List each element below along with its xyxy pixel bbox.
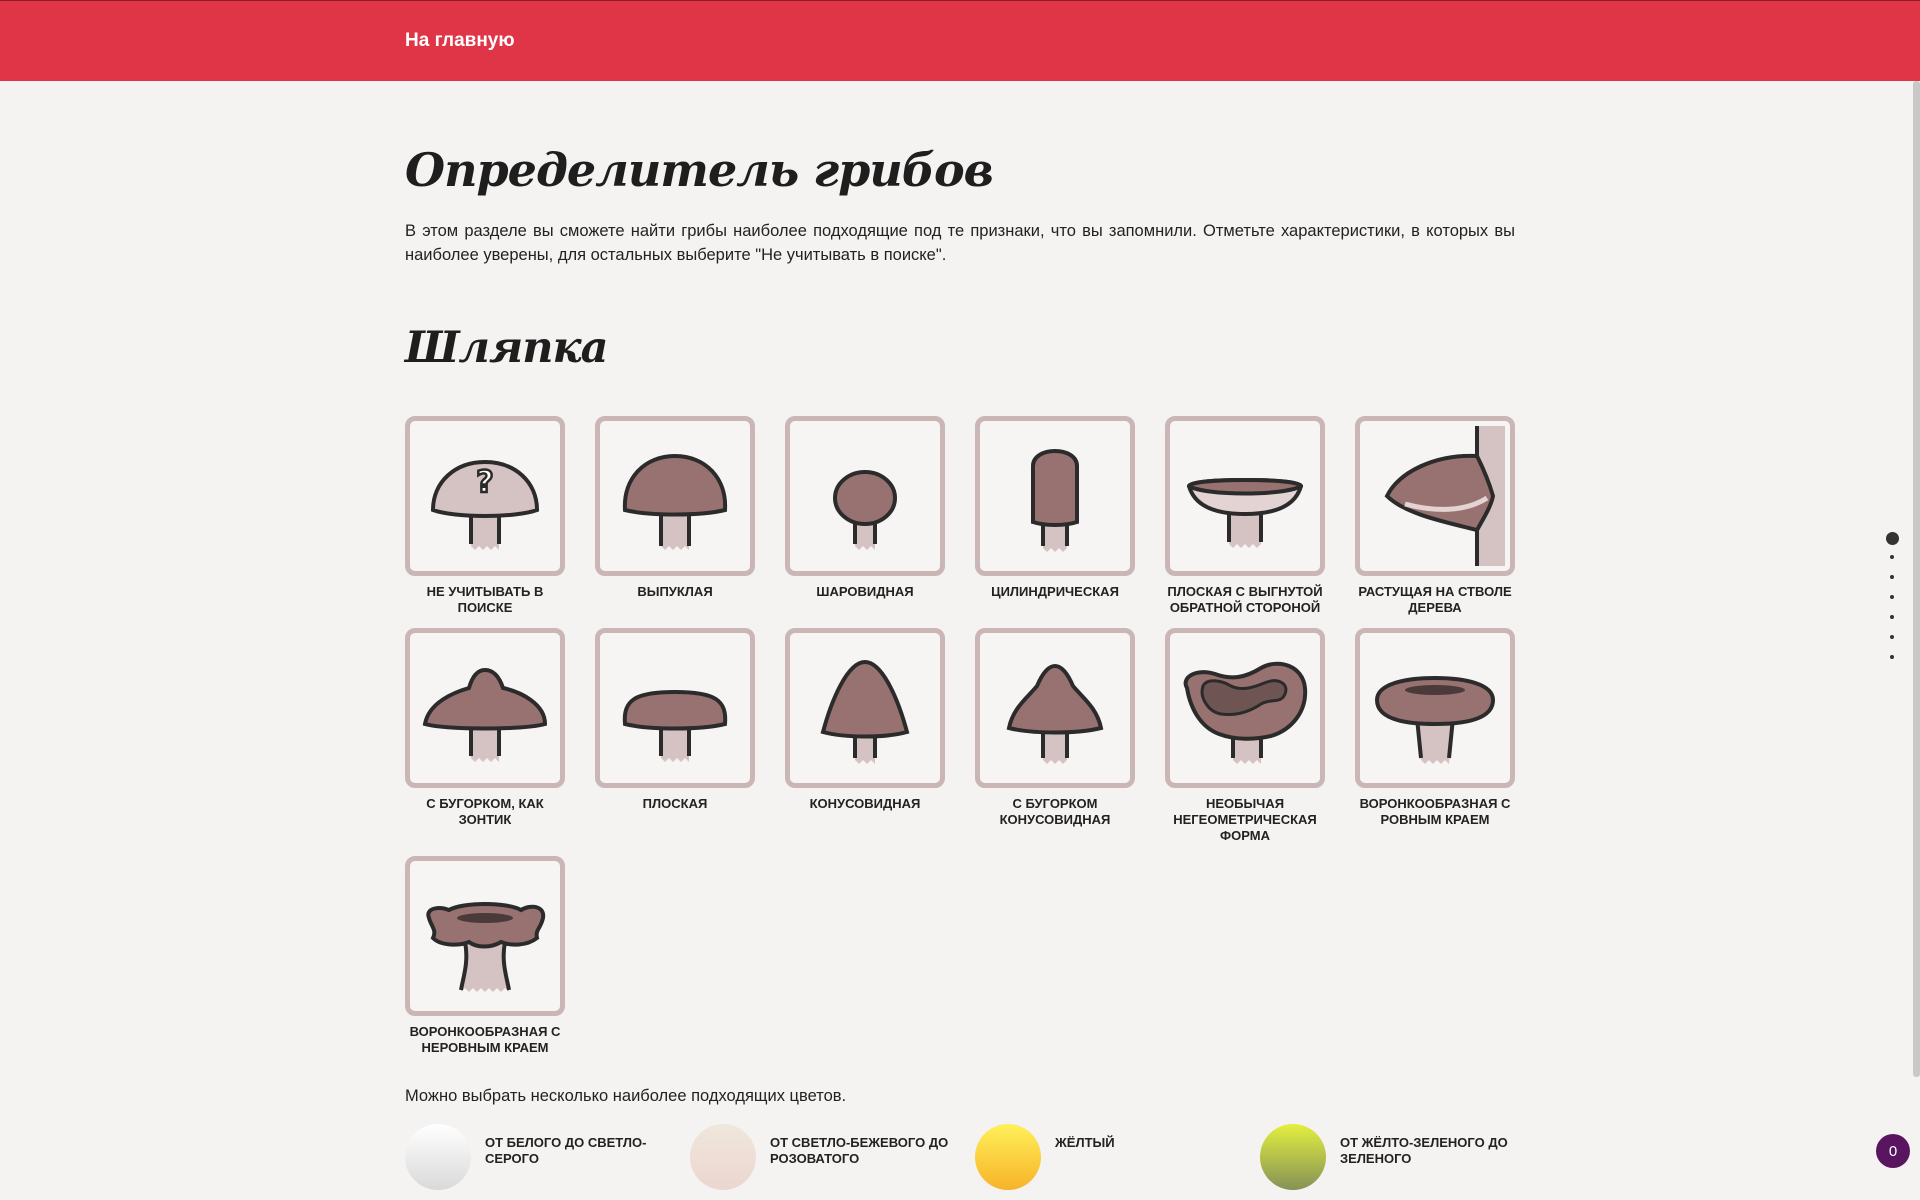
intro-text: В этом разделе вы сможете найти грибы на…	[405, 222, 1515, 264]
cap-option-funnel-uneven[interactable]: Воронкообразная с неровным краем	[405, 856, 565, 1056]
cap-option-funnel-even[interactable]: Воронкообразная с ровным краем	[1355, 628, 1515, 828]
cap-section-title: Шляпка	[405, 323, 608, 373]
color-swatch[interactable]	[1260, 1124, 1326, 1190]
convex-cap-icon	[622, 453, 728, 550]
cap-option-label: Воронкообразная с ровным краем	[1359, 796, 1511, 827]
page-scrollbar[interactable]	[1913, 81, 1920, 1077]
cap-option-umbrella-bump[interactable]: С бугорком, как зонтик	[405, 628, 565, 828]
page-title: Определитель грибов	[405, 143, 994, 197]
cap-option-tree[interactable]: Растущая на стволе дерева	[1355, 416, 1515, 616]
pagination-dot[interactable]	[1890, 655, 1894, 659]
cap-option-conical[interactable]: Конусовидная	[785, 628, 945, 812]
cap-option-tile[interactable]	[1165, 628, 1325, 788]
conical-cap-icon	[820, 659, 910, 764]
irregular-cap-icon	[1183, 661, 1308, 764]
cap-option-label: Плоская с выгнутой обратной стороной	[1167, 584, 1323, 615]
color-swatch[interactable]	[405, 1124, 471, 1190]
cap-option-tile[interactable]	[1165, 416, 1325, 576]
section-pagination-dots	[1884, 532, 1900, 675]
color-option-yellow-green[interactable]: От жёлто-зеленого до зеленого	[1260, 1124, 1520, 1190]
pagination-dot[interactable]	[1885, 532, 1899, 545]
color-swatch[interactable]	[975, 1124, 1041, 1190]
cap-option-label: Необычая негеометрическая форма	[1173, 796, 1317, 843]
funnel-even-edge-cap-icon	[1374, 675, 1496, 764]
flat-curved-underside-cap-icon	[1186, 478, 1304, 548]
cap-option-tile[interactable]	[405, 628, 565, 788]
cap-option-spherical[interactable]: Шаровидная	[785, 416, 945, 600]
funnel-uneven-edge-cap-icon	[426, 902, 546, 992]
cap-option-tile[interactable]	[595, 416, 755, 576]
cap-option-label: Не учитывать в поиске	[426, 584, 544, 615]
top-navigation-bar: На главную	[0, 0, 1920, 81]
cap-option-tile[interactable]	[1355, 628, 1515, 788]
pagination-dot[interactable]	[1890, 555, 1894, 559]
color-swatch[interactable]	[690, 1124, 756, 1190]
cap-option-tile[interactable]	[405, 856, 565, 1016]
pagination-dot[interactable]	[1890, 595, 1894, 599]
cap-option-irregular[interactable]: Необычая негеометрическая форма	[1165, 628, 1325, 844]
color-option-label: Жёлтый	[1055, 1135, 1115, 1150]
cap-option-tile[interactable]: ?	[405, 416, 565, 576]
pagination-dot[interactable]	[1890, 575, 1894, 579]
cap-option-ignore[interactable]: ? Не учитывать в поиске	[405, 416, 565, 616]
cap-option-tile[interactable]	[785, 416, 945, 576]
cap-option-tile[interactable]	[975, 628, 1135, 788]
pagination-dot[interactable]	[1890, 615, 1894, 619]
color-option-label: От жёлто-зеленого до зеленого	[1340, 1135, 1508, 1166]
cap-shape-grid: ? Не учитывать в поиске Выпуклая	[405, 416, 1515, 1056]
color-option-beige-pink[interactable]: От светло-бежевого до розоватого	[690, 1124, 950, 1190]
cap-option-flat[interactable]: Плоская	[595, 628, 755, 812]
cap-option-label: Цилиндрическая	[991, 584, 1119, 599]
svg-text:?: ?	[476, 465, 493, 500]
main-content: Определитель грибов В этом разделе вы см…	[405, 81, 1515, 1056]
cap-option-flat-curved[interactable]: Плоская с выгнутой обратной стороной	[1165, 416, 1325, 616]
spherical-cap-icon	[833, 470, 897, 550]
cap-option-tile[interactable]	[595, 628, 755, 788]
cap-option-label: Шаровидная	[816, 584, 914, 599]
cap-option-label: Воронкообразная с неровным краем	[409, 1024, 561, 1055]
cap-option-tile[interactable]	[975, 416, 1135, 576]
color-option-label: От белого до светло-серого	[485, 1135, 647, 1166]
color-hint-text: Можно выбрать несколько наиболее подходя…	[405, 1087, 847, 1105]
selection-count-badge[interactable]: 0	[1876, 1134, 1910, 1168]
cylindrical-cap-icon	[1031, 449, 1079, 552]
color-option-yellow[interactable]: Жёлтый	[975, 1124, 1235, 1190]
cap-option-convex[interactable]: Выпуклая	[595, 416, 755, 600]
cap-option-label: Плоская	[642, 796, 708, 811]
cap-option-tile[interactable]	[1355, 416, 1515, 576]
color-option-white-grey[interactable]: От белого до светло-серого	[405, 1124, 665, 1190]
tree-growing-cap-icon	[1384, 426, 1505, 566]
cap-option-label: Растущая на стволе дерева	[1358, 584, 1512, 615]
umbrella-bump-cap-icon	[422, 667, 548, 762]
cap-option-conical-bump[interactable]: С бугорком конусовидная	[975, 628, 1135, 828]
cap-option-label: Конусовидная	[809, 796, 921, 811]
cap-option-tile[interactable]	[785, 628, 945, 788]
cap-option-label: С бугорком, как зонтик	[426, 796, 544, 827]
home-link[interactable]: На главную	[405, 30, 515, 52]
cap-option-label: Выпуклая	[637, 584, 713, 599]
question-mushroom-icon: ?	[430, 459, 540, 550]
pagination-dot[interactable]	[1890, 635, 1894, 639]
conical-bump-cap-icon	[1006, 663, 1104, 764]
cap-option-label: С бугорком конусовидная	[999, 796, 1111, 827]
cap-option-cylindrical[interactable]: Цилиндрическая	[975, 416, 1135, 600]
flat-cap-icon	[622, 689, 728, 762]
color-option-label: От светло-бежевого до розоватого	[770, 1135, 949, 1166]
